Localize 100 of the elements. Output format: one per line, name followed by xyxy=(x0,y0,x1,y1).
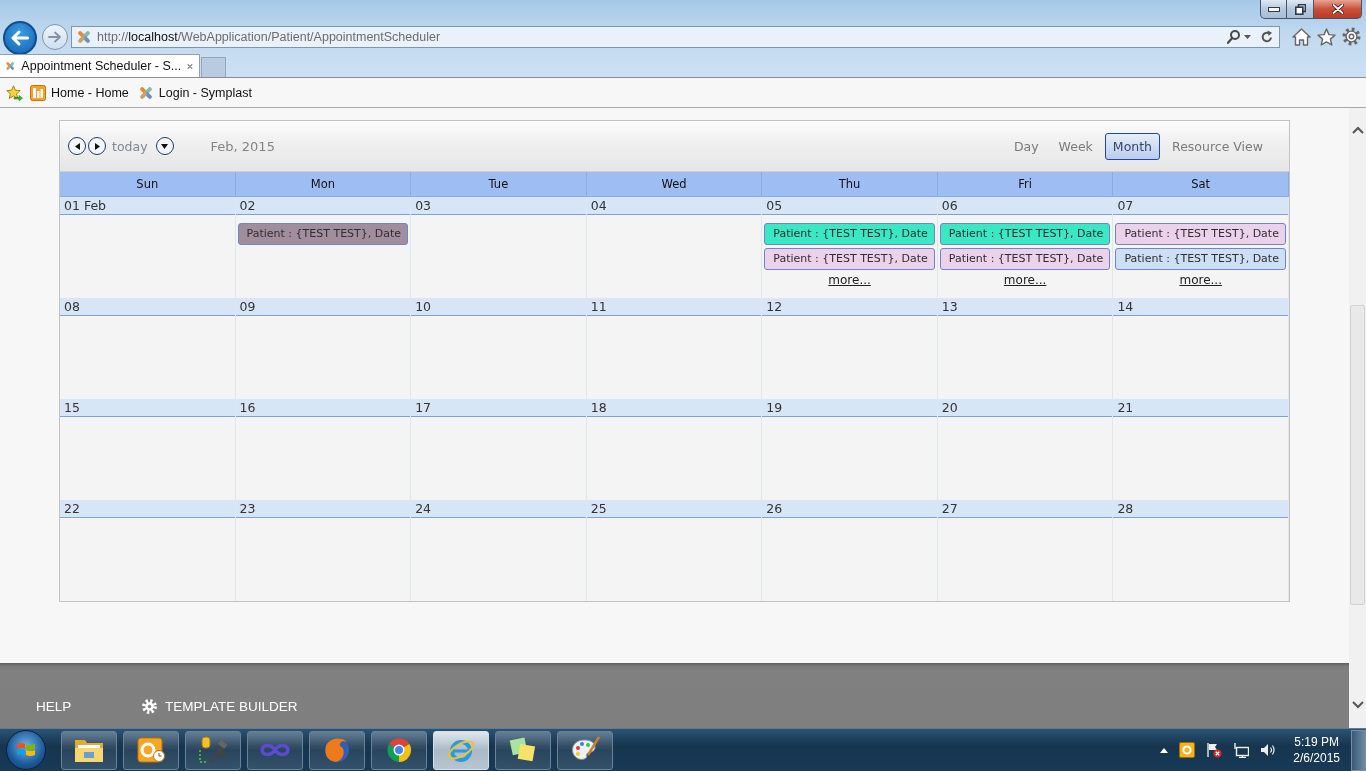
refresh-icon[interactable] xyxy=(1261,30,1273,43)
infinity-icon xyxy=(259,742,291,758)
star-icon[interactable] xyxy=(1317,27,1336,46)
scrollbar-thumb[interactable] xyxy=(1350,305,1365,605)
right-arrow-icon xyxy=(48,30,62,43)
right-triangle-icon xyxy=(94,142,100,150)
taskbar-button[interactable] xyxy=(557,730,613,770)
tools-icon xyxy=(198,736,228,764)
taskbar-button[interactable] xyxy=(495,730,551,770)
taskbar-button[interactable] xyxy=(61,730,117,770)
date-label: 07 xyxy=(1117,198,1134,213)
date-label: 22 xyxy=(64,501,80,516)
segmented-circle-icon xyxy=(385,736,413,764)
date-label: 17 xyxy=(415,400,432,415)
appointment-event[interactable]: Patient : {TEST TEST}, Date xyxy=(764,223,935,245)
view-tab[interactable]: Week xyxy=(1050,132,1101,160)
back-button[interactable] xyxy=(3,20,37,55)
footer-link[interactable]: HELP xyxy=(36,699,142,714)
previous-button[interactable] xyxy=(68,137,86,155)
column-header: Sat xyxy=(1113,172,1289,197)
speaker-icon[interactable] xyxy=(1260,743,1277,757)
next-button[interactable] xyxy=(88,137,106,155)
appointment-event[interactable]: Patient : {TEST TEST}, Date xyxy=(1115,248,1286,270)
appointment-event[interactable]: Patient : {TEST TEST}, Date xyxy=(237,223,409,245)
ring-tile-icon xyxy=(137,737,165,763)
taskbar-button[interactable] xyxy=(371,730,427,770)
more-link[interactable]: more... xyxy=(828,273,871,287)
chevron-up-icon[interactable] xyxy=(1351,126,1364,134)
date-label: 02 xyxy=(239,198,256,213)
close-icon xyxy=(1331,4,1344,14)
date-label: 04 xyxy=(590,198,607,213)
date-label: 20 xyxy=(941,400,958,415)
gear-icon xyxy=(142,699,157,714)
browser-tab[interactable]: Appointment Scheduler - S... xyxy=(0,54,200,77)
appointment-event[interactable]: Patient : {TEST TEST}, Date xyxy=(764,248,935,270)
clock-date: 2/6/2015 xyxy=(1293,750,1340,766)
date-label: 27 xyxy=(941,501,958,516)
chevron-down-icon[interactable] xyxy=(1351,701,1364,709)
down-triangle-icon xyxy=(161,143,169,149)
more-link[interactable]: more... xyxy=(1003,273,1047,287)
taskbar-button[interactable] xyxy=(123,730,179,770)
date-label: 26 xyxy=(766,501,783,516)
appointment-event[interactable]: Patient : {TEST TEST}, Date xyxy=(939,248,1111,270)
x-logo-icon xyxy=(76,28,92,45)
date-label: 09 xyxy=(239,299,256,314)
favorite-link[interactable]: Home - Home xyxy=(30,84,129,101)
date-label: 16 xyxy=(239,400,256,415)
favorite-link[interactable]: Login - Symplast xyxy=(137,84,252,101)
globe-icon xyxy=(323,736,351,764)
address-field[interactable]: http://localhost/WebApplication/Patient/AppointmentScheduler xyxy=(71,25,1280,48)
left-arrow-icon xyxy=(11,29,29,46)
footer-link[interactable]: TEMPLATE BUILDER xyxy=(142,699,298,714)
date-label: 13 xyxy=(941,299,958,314)
vertical-scrollbar[interactable] xyxy=(1349,108,1366,728)
home-icon[interactable] xyxy=(1292,27,1311,46)
close-button[interactable] xyxy=(1314,0,1362,19)
caret-up-icon[interactable] xyxy=(1160,747,1169,753)
view-tab[interactable]: Resource View xyxy=(1164,132,1271,160)
minimize-button[interactable] xyxy=(1260,0,1287,19)
date-picker-button[interactable] xyxy=(155,137,174,155)
x-logo-icon xyxy=(137,84,154,101)
more-link[interactable]: more... xyxy=(1179,273,1222,287)
grid-tile-icon xyxy=(30,84,46,101)
minimize-icon xyxy=(1267,6,1280,12)
date-label: 03 xyxy=(415,198,432,213)
show-desktop-button[interactable] xyxy=(1351,729,1366,771)
date-label: 10 xyxy=(415,299,432,314)
date-label: 19 xyxy=(766,400,783,415)
notes-icon xyxy=(509,737,537,763)
close-icon[interactable] xyxy=(187,61,193,71)
settings-icon[interactable] xyxy=(1342,27,1361,46)
date-label: 06 xyxy=(941,198,958,213)
date-label: 12 xyxy=(766,299,783,314)
date-label: 25 xyxy=(590,501,607,516)
star-arrow-icon[interactable] xyxy=(6,84,23,101)
month-title: Feb, 2015 xyxy=(210,138,275,154)
date-label: 15 xyxy=(64,400,80,415)
ring-tile-icon[interactable] xyxy=(1179,742,1196,758)
view-tab[interactable]: Month xyxy=(1104,132,1161,160)
column-header: Thu xyxy=(762,172,938,197)
start-button[interactable] xyxy=(6,730,46,770)
view-tab[interactable]: Day xyxy=(1005,132,1047,160)
column-header: Wed xyxy=(586,172,763,197)
restore-icon xyxy=(1294,3,1306,15)
flag-error-icon[interactable] xyxy=(1206,742,1223,758)
column-header: Sun xyxy=(60,172,236,197)
appointment-event[interactable]: Patient : {TEST TEST}, Date xyxy=(939,223,1111,245)
search-icon[interactable] xyxy=(1227,29,1240,44)
forward-button[interactable] xyxy=(42,23,68,50)
date-label: 23 xyxy=(239,501,256,516)
monitor-icon[interactable] xyxy=(1233,742,1250,758)
appointment-event[interactable]: Patient : {TEST TEST}, Date xyxy=(1115,223,1286,245)
date-label: 11 xyxy=(590,299,607,314)
column-header: Mon xyxy=(235,172,412,197)
taskbar-button[interactable] xyxy=(185,730,241,770)
caret-down-icon[interactable] xyxy=(1244,34,1251,39)
restore-button[interactable] xyxy=(1287,0,1314,19)
date-label: 28 xyxy=(1117,501,1134,516)
flag-logo-icon xyxy=(16,741,36,759)
date-label: 01 Feb xyxy=(64,198,106,213)
